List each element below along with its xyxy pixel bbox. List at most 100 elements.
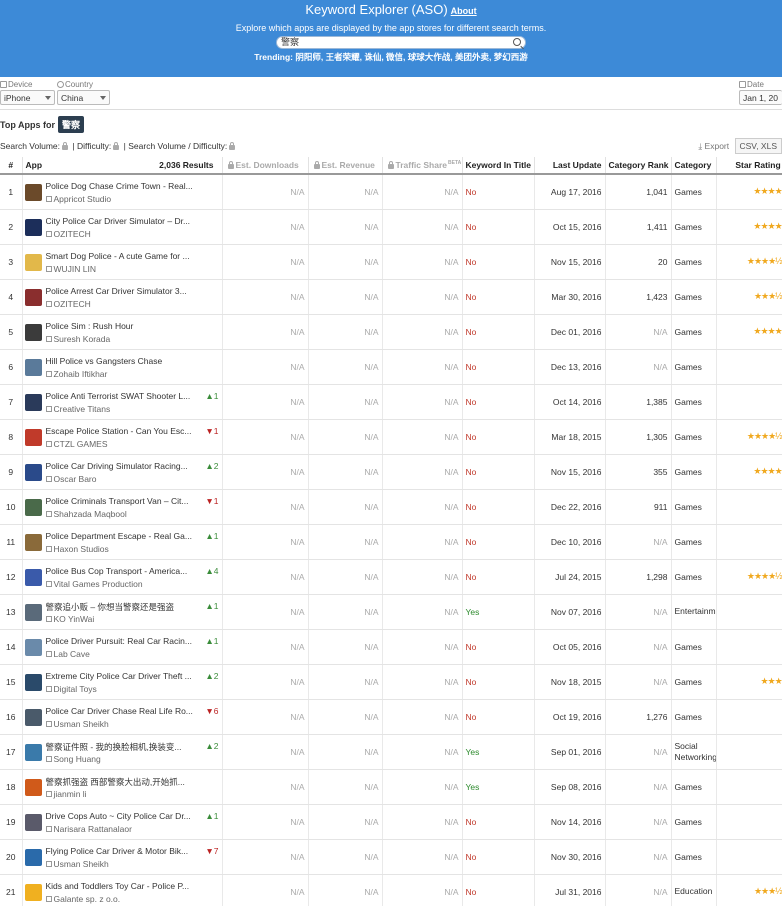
app-icon[interactable] [24,323,42,341]
app-icon[interactable] [24,533,42,551]
app-name-link[interactable]: Police Driver Pursuit: Real Car Racin... [46,636,194,646]
app-icon[interactable] [24,393,42,411]
app-cell[interactable]: Drive Cops Auto ~ City Police Car Dr... … [22,804,223,840]
col-revenue[interactable]: Est. Revenue [308,157,383,175]
app-name-link[interactable]: Extreme City Police Car Driver Theft ... [46,671,194,681]
col-downloads[interactable]: Est. Downloads [222,157,309,175]
app-name-link[interactable]: 警察证件照 - 我的换脸相机,换装变... [46,741,194,753]
app-name-link[interactable]: Smart Dog Police - A cute Game for ... [46,251,194,261]
app-name-link[interactable]: 警察追小贩 – 你想当警察还是强盗 [46,601,194,613]
app-icon[interactable] [24,463,42,481]
app-cell[interactable]: Kids and Toddlers Toy Car - Police P... … [22,874,223,906]
col-category[interactable]: Category [671,157,717,175]
table-row[interactable]: 21 Kids and Toddlers Toy Car - Police P.… [0,874,782,906]
app-name-link[interactable]: Police Car Driver Chase Real Life Ro... [46,706,194,716]
table-row[interactable]: 10 Police Criminals Transport Van – Cit.… [0,489,782,525]
app-cell[interactable]: Flying Police Car Driver & Motor Bik... … [22,839,223,875]
col-app[interactable]: App 2,036 Results [22,157,223,175]
app-icon[interactable] [24,778,42,796]
table-row[interactable]: 2 City Police Car Driver Simulator – Dr.… [0,209,782,245]
app-cell[interactable]: Police Driver Pursuit: Real Car Racin...… [22,629,223,665]
app-icon[interactable] [24,218,42,236]
app-icon[interactable] [24,603,42,621]
app-name-link[interactable]: Police Arrest Car Driver Simulator 3... [46,286,194,296]
developer[interactable]: Galante sp. z o.o. [45,894,194,904]
app-icon[interactable] [24,813,42,831]
developer[interactable]: KO YinWai [45,614,194,624]
table-row[interactable]: 15 Extreme City Police Car Driver Theft … [0,664,782,700]
app-cell[interactable]: Police Sim : Rush Hour Suresh Korada [22,314,223,350]
developer[interactable]: Oscar Baro [45,474,194,484]
about-link[interactable]: About [451,6,477,16]
developer[interactable]: WUJIN LIN [45,264,194,274]
developer[interactable]: Vital Games Production [45,579,194,589]
app-cell[interactable]: 警察抓强盗 西部警察大出动,开始抓... jianmin li [22,769,223,805]
app-icon[interactable] [24,568,42,586]
developer[interactable]: Haxon Studios [45,544,194,554]
app-name-link[interactable]: Kids and Toddlers Toy Car - Police P... [46,881,194,891]
app-cell[interactable]: 警察追小贩 – 你想当警察还是强盗 KO YinWai ▲1 [22,594,223,630]
app-name-link[interactable]: Police Car Driving Simulator Racing... [46,461,194,471]
app-cell[interactable]: Police Dog Chase Crime Town - Real... Ap… [22,174,223,210]
country-select[interactable]: China [57,90,110,105]
table-row[interactable]: 16 Police Car Driver Chase Real Life Ro.… [0,699,782,735]
app-cell[interactable]: Escape Police Station - Can You Esc... C… [22,419,223,455]
developer[interactable]: Creative Titans [45,404,194,414]
search-input[interactable]: 警察 [276,36,526,49]
developer[interactable]: CTZL GAMES [45,439,194,449]
table-row[interactable]: 19 Drive Cops Auto ~ City Police Car Dr.… [0,804,782,840]
app-cell[interactable]: Police Criminals Transport Van – Cit... … [22,489,223,525]
developer[interactable]: Narisara Rattanalaor [45,824,194,834]
table-row[interactable]: 18 警察抓强盗 西部警察大出动,开始抓... jianmin li N/A N… [0,769,782,805]
app-name-link[interactable]: Police Anti Terrorist SWAT Shooter L... [46,391,194,401]
col-traffic-share[interactable]: Traffic ShareBETA [382,157,463,175]
table-row[interactable]: 13 警察追小贩 – 你想当警察还是强盗 KO YinWai ▲1 N/A N/… [0,594,782,630]
table-row[interactable]: 3 Smart Dog Police - A cute Game for ...… [0,244,782,280]
app-icon[interactable] [24,358,42,376]
app-name-link[interactable]: Police Bus Cop Transport - America... [46,566,194,576]
app-cell[interactable]: Hill Police vs Gangsters Chase Zohaib If… [22,349,223,385]
app-name-link[interactable]: 警察抓强盗 西部警察大出动,开始抓... [46,776,194,788]
table-row[interactable]: 11 Police Department Escape - Real Ga...… [0,524,782,560]
app-icon[interactable] [24,288,42,306]
app-icon[interactable] [24,428,42,446]
app-name-link[interactable]: Flying Police Car Driver & Motor Bik... [46,846,194,856]
table-row[interactable]: 12 Police Bus Cop Transport - America...… [0,559,782,595]
app-icon[interactable] [24,848,42,866]
developer[interactable]: Lab Cave [45,649,194,659]
developer[interactable]: OZITECH [45,229,194,239]
export-format-button[interactable]: CSV, XLS [734,138,782,154]
export-label[interactable]: Export [705,141,730,151]
date-picker[interactable]: Jan 1, 20 [739,90,782,105]
table-row[interactable]: 7 Police Anti Terrorist SWAT Shooter L..… [0,384,782,420]
app-cell[interactable]: Police Arrest Car Driver Simulator 3... … [22,279,223,315]
table-row[interactable]: 6 Hill Police vs Gangsters Chase Zohaib … [0,349,782,385]
col-keyword-in-title[interactable]: Keyword In Title [462,157,535,175]
app-name-link[interactable]: Escape Police Station - Can You Esc... [46,426,194,436]
developer[interactable]: Digital Toys [45,684,194,694]
developer[interactable]: Song Huang [45,754,194,764]
trending-terms[interactable]: 阴阳师, 王者荣耀, 诛仙, 微信, 球球大作战, 美团外卖, 梦幻西游 [295,52,527,62]
developer[interactable]: Appricot Studio [45,194,194,204]
app-name-link[interactable]: Police Criminals Transport Van – Cit... [46,496,194,506]
developer[interactable]: Usman Sheikh [45,859,194,869]
app-cell[interactable]: Police Bus Cop Transport - America... Vi… [22,559,223,595]
app-name-link[interactable]: Police Dog Chase Crime Town - Real... [46,181,194,191]
app-cell[interactable]: Police Car Driving Simulator Racing... O… [22,454,223,490]
app-name-link[interactable]: City Police Car Driver Simulator – Dr... [46,216,194,226]
developer[interactable]: Zohaib Iftikhar [45,369,194,379]
developer[interactable]: jianmin li [45,789,194,799]
device-select[interactable]: iPhone [0,90,55,105]
app-name-link[interactable]: Drive Cops Auto ~ City Police Car Dr... [46,811,194,821]
app-cell[interactable]: 警察证件照 - 我的换脸相机,换装变... Song Huang ▲2 [22,734,223,770]
table-row[interactable]: 1 Police Dog Chase Crime Town - Real... … [0,174,782,210]
developer[interactable]: OZITECH [45,299,194,309]
app-icon[interactable] [24,708,42,726]
app-icon[interactable] [24,638,42,656]
app-icon[interactable] [24,673,42,691]
table-row[interactable]: 17 警察证件照 - 我的换脸相机,换装变... Song Huang ▲2 N… [0,734,782,770]
col-last-update[interactable]: Last Update [534,157,606,175]
table-row[interactable]: 4 Police Arrest Car Driver Simulator 3..… [0,279,782,315]
developer[interactable]: Shahzada Maqbool [45,509,194,519]
app-icon[interactable] [24,743,42,761]
